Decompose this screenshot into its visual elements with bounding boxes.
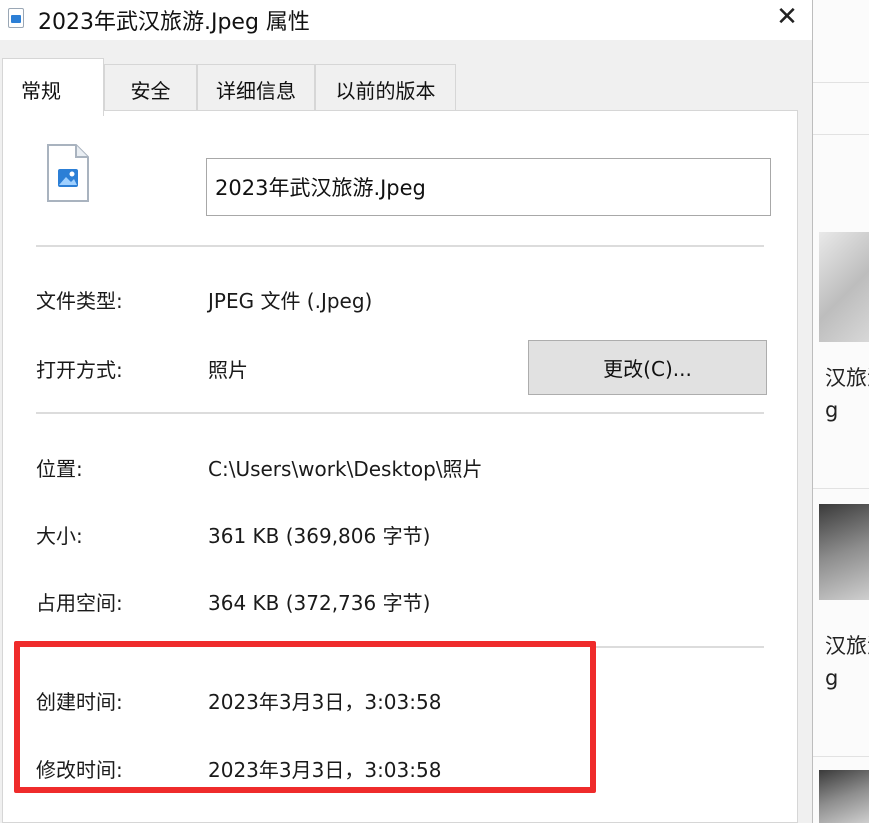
divider: [813, 756, 869, 757]
thumbnail-caption: g: [825, 398, 839, 422]
open-with-value: 照片: [208, 358, 248, 382]
divider: [813, 488, 869, 489]
thumbnail-image[interactable]: [819, 504, 869, 600]
tab-details[interactable]: 详细信息: [197, 64, 315, 114]
file-name-input[interactable]: [206, 158, 771, 216]
size-on-disk-value: 364 KB (372,736 字节): [208, 591, 431, 615]
divider: [813, 134, 869, 135]
image-file-icon: [8, 8, 24, 28]
tab-security[interactable]: 安全: [104, 64, 197, 114]
close-button[interactable]: ✕: [762, 0, 812, 34]
change-button[interactable]: 更改(C)...: [528, 340, 767, 395]
title-bar[interactable]: 2023年武汉旅游.Jpeg 属性 ✕: [0, 0, 812, 40]
divider: [36, 412, 764, 414]
size-label: 大小:: [36, 524, 83, 548]
file-type-value: JPEG 文件 (.Jpeg): [208, 289, 373, 313]
tab-general[interactable]: 常规: [2, 58, 104, 116]
thumbnail-caption: 汉旅游: [825, 366, 869, 390]
thumbnail-image[interactable]: [819, 770, 869, 823]
size-on-disk-label: 占用空间:: [36, 591, 123, 615]
divider: [813, 82, 869, 83]
location-value: C:\Users\work\Desktop\照片: [208, 457, 483, 481]
file-type-label: 文件类型:: [36, 289, 123, 313]
thumbnail-caption: 汉旅游: [825, 634, 869, 658]
properties-dialog: 2023年武汉旅游.Jpeg 属性 ✕ 常规 安全 详细信息 以前的版本 文件类…: [0, 0, 812, 823]
tab-previous-versions[interactable]: 以前的版本: [315, 64, 456, 114]
image-file-icon: [47, 144, 89, 202]
close-icon: ✕: [776, 2, 798, 32]
size-value: 361 KB (369,806 字节): [208, 524, 431, 548]
thumbnail-caption: g: [825, 666, 839, 690]
divider: [36, 245, 764, 247]
location-label: 位置:: [36, 457, 83, 481]
background-explorer-window: 汉旅游 g 汉旅游 g: [812, 0, 869, 823]
divider: [596, 646, 764, 648]
annotation-highlight-box: [14, 641, 596, 793]
thumbnail-image[interactable]: [819, 232, 869, 342]
open-with-label: 打开方式:: [36, 358, 123, 382]
window-title: 2023年武汉旅游.Jpeg 属性: [38, 10, 310, 35]
